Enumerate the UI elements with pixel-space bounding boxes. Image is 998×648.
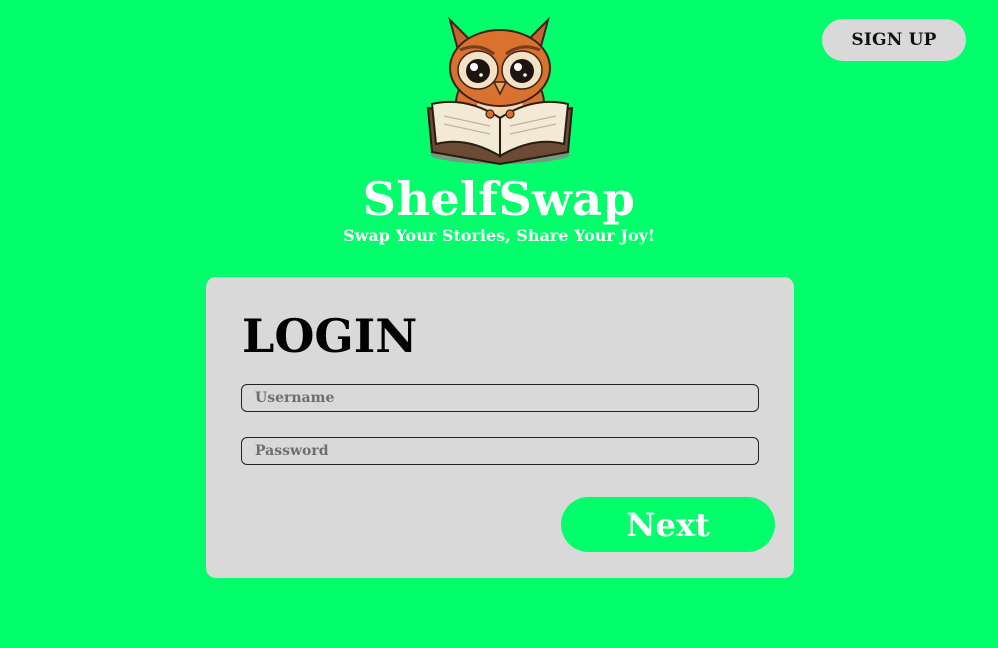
next-button[interactable]: Next bbox=[561, 497, 775, 552]
brand-tagline: Swap Your Stories, Share Your Joy! bbox=[343, 226, 655, 245]
owl-logo-icon bbox=[426, 16, 574, 166]
brand-name: ShelfSwap bbox=[362, 172, 636, 226]
login-title: LOGIN bbox=[242, 309, 418, 363]
username-input[interactable] bbox=[241, 384, 759, 412]
password-input[interactable] bbox=[241, 437, 759, 465]
login-card: LOGIN Next bbox=[206, 277, 794, 578]
sign-up-button[interactable]: SIGN UP bbox=[822, 19, 966, 61]
